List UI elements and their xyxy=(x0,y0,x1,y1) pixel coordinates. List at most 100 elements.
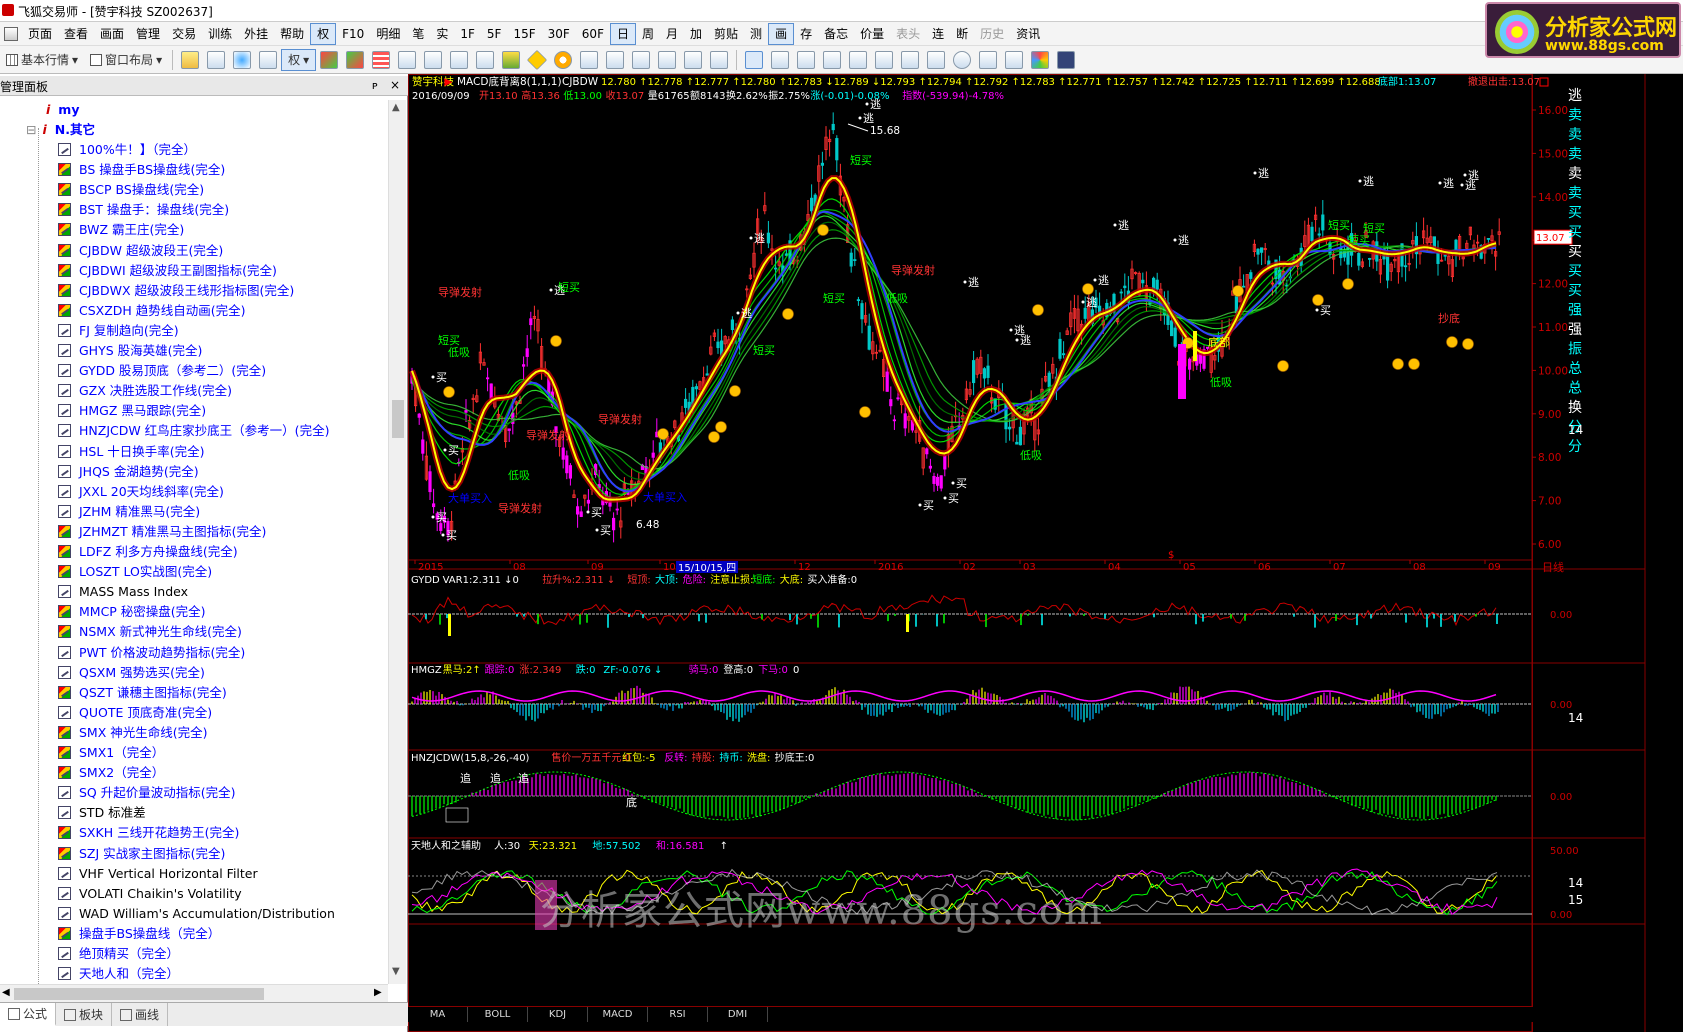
menu-item[interactable]: 明细 xyxy=(370,22,406,46)
fib-icon[interactable] xyxy=(797,50,816,69)
horizontal-scrollbar[interactable]: ◀ ▶ xyxy=(0,984,388,1002)
tree-item[interactable]: VOLATI Chaikin's Volatility xyxy=(58,884,242,904)
panel-tab[interactable]: 板块 xyxy=(56,1003,113,1026)
menu-item[interactable]: 连 xyxy=(926,22,950,46)
tree-folder[interactable]: i my xyxy=(46,100,79,120)
quan-dropdown[interactable]: 权 ▾ xyxy=(281,48,317,71)
tree-item[interactable]: 绝顶精买（完全） xyxy=(58,944,179,964)
menu-item[interactable]: 周 xyxy=(636,22,660,46)
tree-item[interactable]: JHQS 金湖趋势(完全) xyxy=(58,462,199,482)
tree-folder[interactable]: ⊟ i N.其它 xyxy=(26,120,95,140)
tree-item[interactable]: MASS Mass Index xyxy=(58,582,188,602)
tree-item[interactable]: CJBDW 超级波段王(完全) xyxy=(58,241,223,261)
indicator-tab[interactable]: MA xyxy=(408,1007,468,1022)
menu-item[interactable]: 价量 xyxy=(854,22,890,46)
menu-item[interactable]: 1F xyxy=(454,22,481,46)
parallel-icon[interactable] xyxy=(901,50,920,69)
menu-item[interactable]: 交易 xyxy=(166,22,202,46)
tree-item[interactable]: SQ 升起价量波动指标(完全) xyxy=(58,783,236,803)
chart-green-icon[interactable] xyxy=(320,50,339,69)
chart-red-icon[interactable] xyxy=(346,50,365,69)
document-icon[interactable] xyxy=(398,50,417,69)
scroll-left-icon[interactable]: ◀ xyxy=(2,987,10,998)
tree-item[interactable]: STD 标准差 xyxy=(58,803,146,823)
page-icon[interactable] xyxy=(450,50,469,69)
tree-item[interactable]: PWT 价格波动趋势指标(完全) xyxy=(58,643,245,663)
close-icon[interactable]: × xyxy=(390,78,400,92)
open-folder-icon[interactable] xyxy=(181,50,200,69)
menu-item[interactable]: 加 xyxy=(684,22,708,46)
menu-item[interactable]: 训练 xyxy=(202,22,238,46)
indicator-tab[interactable]: DMI xyxy=(708,1007,768,1022)
window-icon[interactable] xyxy=(259,50,278,69)
menu-item[interactable]: 实 xyxy=(430,22,454,46)
tree-item[interactable]: CJBDWX 超级波段王线形指标图(完全) xyxy=(58,281,294,301)
tree-item[interactable]: SZJ 实战家主图指标(完全) xyxy=(58,844,225,864)
menu-item[interactable]: 日 xyxy=(609,22,636,45)
menu-item[interactable]: 页面 xyxy=(22,22,58,46)
tree-item[interactable]: SMX1（完全） xyxy=(58,743,164,763)
image-icon[interactable] xyxy=(476,50,495,69)
erase-icon[interactable] xyxy=(684,50,703,69)
tree-item[interactable]: HSL 十日换手率(完全) xyxy=(58,442,205,462)
circle-icon[interactable] xyxy=(953,50,972,69)
panel-tab[interactable]: 画线 xyxy=(112,1003,169,1026)
channel-icon[interactable] xyxy=(875,50,894,69)
indicator-tab[interactable]: BOLL xyxy=(468,1007,528,1022)
gear-icon[interactable] xyxy=(554,50,573,69)
menu-app-icon[interactable] xyxy=(0,22,22,46)
crosshair-icon[interactable] xyxy=(233,50,252,69)
scroll-right-icon[interactable]: ▶ xyxy=(374,987,382,998)
indicator-tab[interactable]: MACD xyxy=(588,1007,648,1022)
menu-item[interactable]: 外挂 xyxy=(238,22,274,46)
tree-item[interactable]: MMCP 秘密操盘(完全) xyxy=(58,602,206,622)
panel-tab[interactable]: 公式 xyxy=(0,1003,57,1026)
tree-item[interactable]: CSXZDH 趋势线自动画(完全) xyxy=(58,301,246,321)
tree-item[interactable]: VHF Vertical Horizontal Filter xyxy=(58,864,258,884)
tree-item[interactable]: BSCP BS操盘线(完全) xyxy=(58,180,204,200)
tree-item[interactable]: BST 操盘手：操盘线(完全) xyxy=(58,200,229,220)
menu-item[interactable]: 表头 xyxy=(890,22,926,46)
scroll-thumb[interactable] xyxy=(392,400,404,438)
tree-item[interactable]: SMX2（完全） xyxy=(58,763,164,783)
copy-icon[interactable] xyxy=(424,50,443,69)
tree-item[interactable]: NSMX 新式神光生命线(完全) xyxy=(58,622,242,642)
indicator-tab[interactable]: RSI xyxy=(648,1007,708,1022)
menu-item[interactable]: 查看 xyxy=(58,22,94,46)
palette-icon[interactable] xyxy=(1031,50,1050,69)
menu-item[interactable]: 画面 xyxy=(94,22,130,46)
menu-item[interactable]: 15F xyxy=(507,22,541,46)
scroll-up-icon[interactable]: ▲ xyxy=(392,102,400,113)
fan-icon[interactable] xyxy=(849,50,868,69)
menu-item[interactable]: 备忘 xyxy=(818,22,854,46)
tree-item[interactable]: JZHMZT 精准黑马主图指标(完全) xyxy=(58,522,266,542)
menu-item[interactable]: 管理 xyxy=(130,22,166,46)
tree-item[interactable]: 100%牛！】（完全） xyxy=(58,140,196,160)
split-icon[interactable] xyxy=(658,50,677,69)
warning-icon[interactable] xyxy=(526,49,548,70)
tree-item[interactable]: WAD William's Accumulation/Distribution xyxy=(58,904,335,924)
expand-icon[interactable]: ⊟ xyxy=(26,122,36,137)
menu-item[interactable]: 历史 xyxy=(974,22,1010,46)
brush-icon[interactable] xyxy=(502,50,521,69)
list-icon[interactable] xyxy=(372,50,391,69)
menu-item[interactable]: F10 xyxy=(336,22,370,46)
menu-item[interactable]: 测 xyxy=(744,22,768,46)
menu-item[interactable]: 帮助 xyxy=(274,22,310,46)
tree-item[interactable]: LOSZT LO实战图(完全) xyxy=(58,562,212,582)
vertical-scrollbar[interactable]: ▲ ▼ xyxy=(388,100,406,984)
menu-item[interactable]: 笔 xyxy=(406,22,430,46)
menu-item[interactable]: 60F xyxy=(576,22,610,46)
menu-item[interactable]: 画 xyxy=(768,22,795,45)
tree-item[interactable]: 天地人和（完全） xyxy=(58,964,179,984)
template-icon[interactable] xyxy=(1005,50,1024,69)
menu-item[interactable]: 断 xyxy=(950,22,974,46)
menu-item[interactable]: 5F xyxy=(481,22,508,46)
hscroll-thumb[interactable] xyxy=(14,988,264,1000)
tree-item[interactable]: FJ 复制趋向(完全) xyxy=(58,321,179,341)
tree-item[interactable]: HNZJCDW 红鸟庄家抄底王（参考一）(完全) xyxy=(58,421,329,441)
menu-item[interactable]: 月 xyxy=(660,22,684,46)
table-icon[interactable] xyxy=(580,50,599,69)
tree-item[interactable]: QSZT 谦穗主图指标(完全) xyxy=(58,683,227,703)
tree-item[interactable]: HMGZ 黑马跟踪(完全) xyxy=(58,401,206,421)
